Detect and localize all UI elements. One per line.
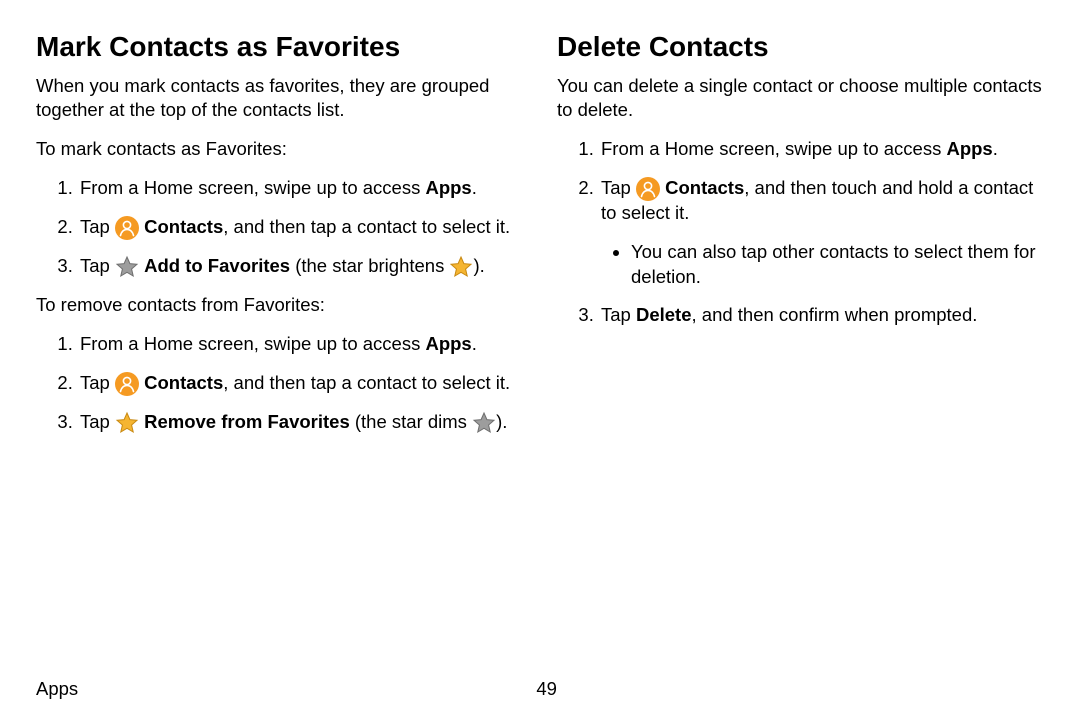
bold-apps: Apps — [946, 138, 992, 159]
step: Tap Contacts, and then touch and hold a … — [599, 176, 1044, 289]
text: Tap — [601, 304, 636, 325]
star-filled-icon — [115, 411, 139, 435]
bold-apps: Apps — [425, 177, 471, 198]
bold-apps: Apps — [425, 333, 471, 354]
text: . — [993, 138, 998, 159]
text: , and then confirm when prompted. — [692, 304, 978, 325]
contacts-icon — [115, 216, 139, 240]
footer-section: Apps — [36, 678, 78, 700]
text: . — [472, 177, 477, 198]
intro-delete-contacts: You can delete a single contact or choos… — [557, 74, 1044, 124]
text: , and then tap a contact to select it. — [223, 372, 510, 393]
text: Tap — [601, 177, 636, 198]
text: (the star brightens — [290, 255, 449, 276]
text: . — [472, 333, 477, 354]
substep: You can also tap other contacts to selec… — [631, 240, 1044, 290]
lead-remove: To remove contacts from Favorites: — [36, 293, 523, 318]
heading-mark-favorites: Mark Contacts as Favorites — [36, 30, 523, 64]
step: From a Home screen, swipe up to access A… — [78, 332, 523, 357]
text: Tap — [80, 372, 115, 393]
footer-page-number: 49 — [536, 678, 557, 700]
heading-delete-contacts: Delete Contacts — [557, 30, 1044, 64]
bold-contacts: Contacts — [665, 177, 744, 198]
intro-mark-favorites: When you mark contacts as favorites, the… — [36, 74, 523, 124]
text: , and then tap a contact to select it. — [223, 216, 510, 237]
contacts-icon — [636, 177, 660, 201]
substeps: You can also tap other contacts to selec… — [601, 240, 1044, 290]
steps-mark: From a Home screen, swipe up to access A… — [36, 176, 523, 279]
bold-add-favorites: Add to Favorites — [144, 255, 290, 276]
bold-delete: Delete — [636, 304, 692, 325]
step: Tap Contacts, and then tap a contact to … — [78, 371, 523, 396]
steps-remove: From a Home screen, swipe up to access A… — [36, 332, 523, 435]
right-column: Delete Contacts You can delete a single … — [557, 30, 1044, 668]
star-outline-icon — [115, 255, 139, 279]
star-outline-icon — [472, 411, 496, 435]
step: From a Home screen, swipe up to access A… — [599, 137, 1044, 162]
text: From a Home screen, swipe up to access — [80, 333, 425, 354]
text: Tap — [80, 255, 115, 276]
text: ). — [473, 255, 484, 276]
text: From a Home screen, swipe up to access — [601, 138, 946, 159]
contacts-icon — [115, 372, 139, 396]
bold-remove-favorites: Remove from Favorites — [144, 411, 350, 432]
bold-contacts: Contacts — [144, 372, 223, 393]
step: Tap Add to Favorites (the star brightens… — [78, 254, 523, 279]
footer: Apps 49 — [36, 668, 1044, 700]
text: From a Home screen, swipe up to access — [80, 177, 425, 198]
text: Tap — [80, 216, 115, 237]
left-column: Mark Contacts as Favorites When you mark… — [36, 30, 523, 668]
step: Tap Remove from Favorites (the star dims… — [78, 410, 523, 435]
step: From a Home screen, swipe up to access A… — [78, 176, 523, 201]
text: (the star dims — [350, 411, 472, 432]
steps-delete: From a Home screen, swipe up to access A… — [557, 137, 1044, 328]
text: ). — [496, 411, 507, 432]
lead-mark: To mark contacts as Favorites: — [36, 137, 523, 162]
text: Tap — [80, 411, 115, 432]
step: Tap Contacts, and then tap a contact to … — [78, 215, 523, 240]
step: Tap Delete, and then confirm when prompt… — [599, 303, 1044, 328]
bold-contacts: Contacts — [144, 216, 223, 237]
star-filled-icon — [449, 255, 473, 279]
